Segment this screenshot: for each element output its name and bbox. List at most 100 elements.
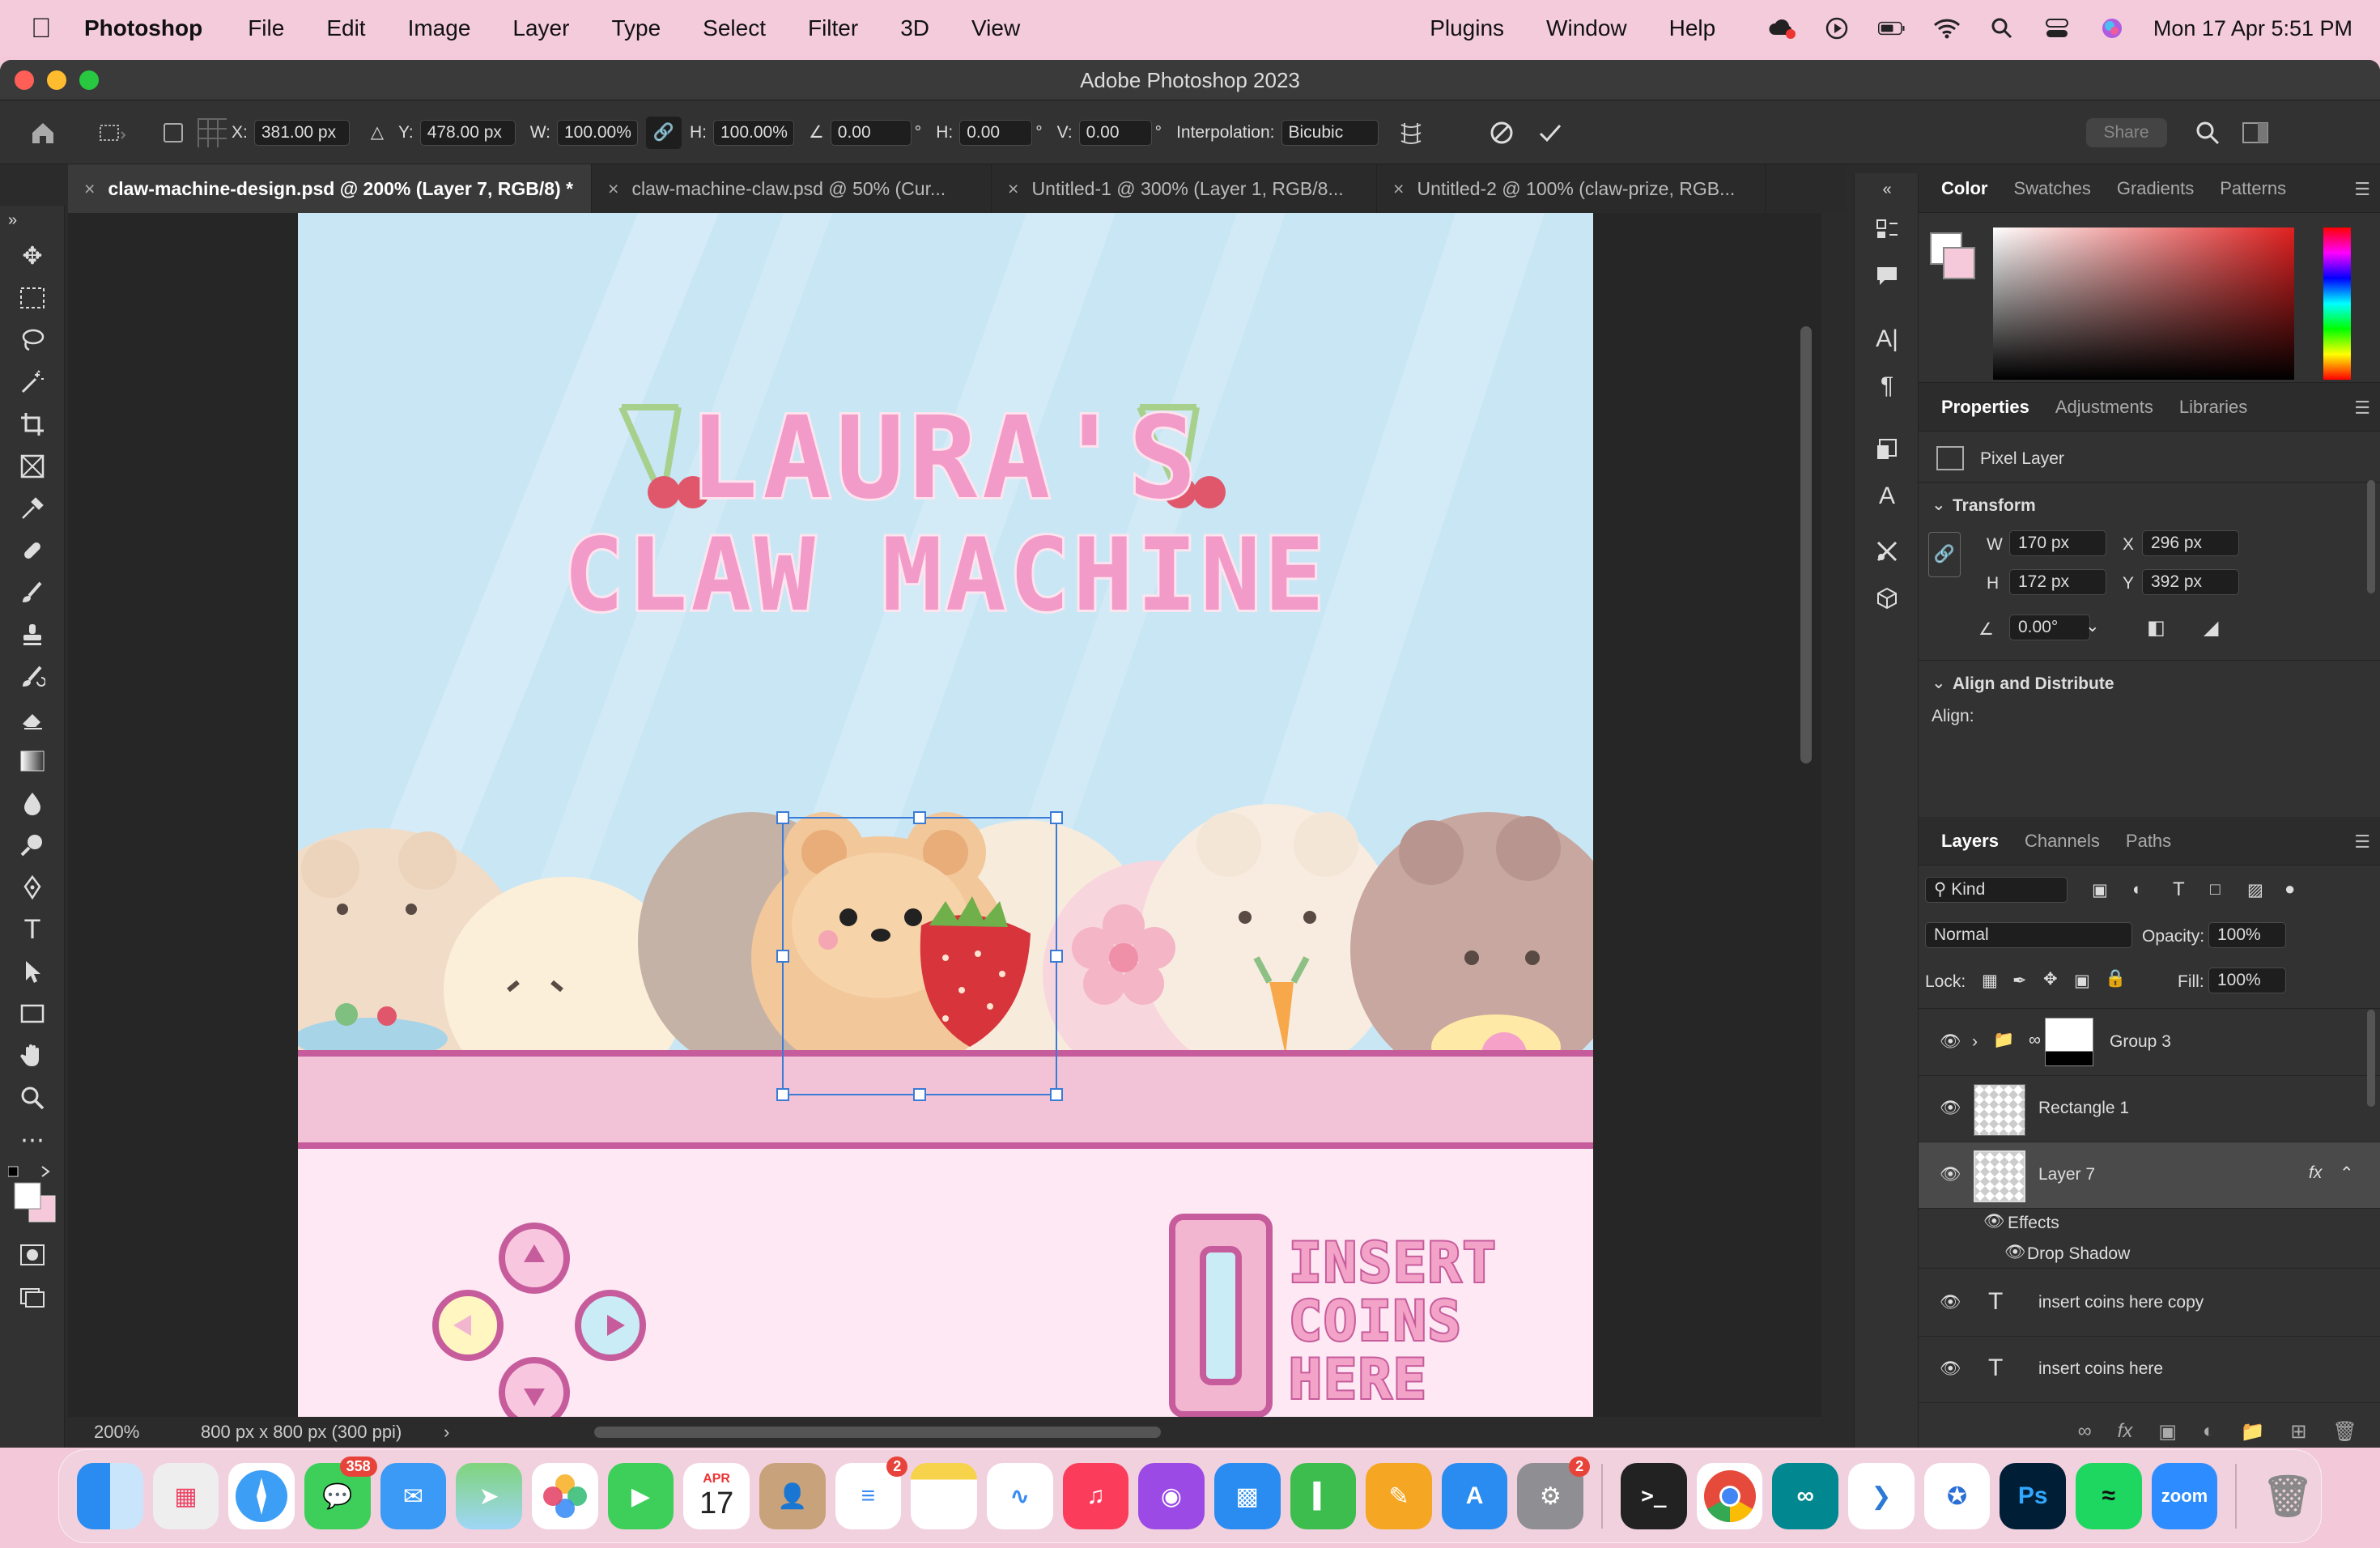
music-icon[interactable]: ♫ xyxy=(1062,1463,1129,1529)
tab-claw-machine-claw[interactable]: × claw-machine-claw.psd @ 50% (Cur... xyxy=(592,164,992,213)
coin-slot[interactable] xyxy=(1169,1214,1273,1418)
horizontal-skew-field[interactable]: 0.00 xyxy=(959,119,1033,146)
panel-menu-icon[interactable]: ☰ xyxy=(2354,831,2370,853)
healing-brush-tool-icon[interactable] xyxy=(0,529,65,572)
link-proportions-icon[interactable]: 🔗 xyxy=(645,116,682,149)
teams-icon[interactable]: ✪ xyxy=(1923,1463,1991,1529)
app-menu[interactable]: Photoshop xyxy=(84,15,202,41)
cancel-transform-icon[interactable] xyxy=(1489,120,1521,146)
collapse-tools-icon[interactable]: » xyxy=(0,206,65,235)
artwork-title-line1[interactable]: LAURA'S xyxy=(298,390,1593,527)
menu-filter[interactable]: Filter xyxy=(808,15,858,41)
numbers-icon[interactable]: ▍ xyxy=(1290,1463,1357,1529)
align-section-label[interactable]: Align and Distribute xyxy=(1953,674,2114,694)
layers-scrollbar[interactable] xyxy=(2367,1010,2375,1107)
relative-position-icon[interactable]: △ xyxy=(371,122,384,142)
layer-filter-kind-select[interactable]: ⚲ Kind xyxy=(1925,877,2068,903)
effects-visibility-icon[interactable]: 👁 xyxy=(1983,1212,2005,1231)
safari-icon[interactable] xyxy=(228,1463,295,1529)
angle-dropdown-icon[interactable]: ⌄ xyxy=(2085,616,2100,636)
opacity-field[interactable]: 100% xyxy=(2208,922,2286,948)
rectangle-tool-icon[interactable] xyxy=(0,993,65,1035)
flip-horizontal-icon[interactable]: ◧ xyxy=(2147,616,2165,640)
x-position-field[interactable]: 381.00 px xyxy=(253,119,350,146)
visibility-eye-icon[interactable]: 👁 xyxy=(1940,1032,1961,1052)
spotlight-search-icon[interactable] xyxy=(1988,16,2016,40)
new-layer-icon[interactable]: ⊞ xyxy=(2290,1420,2306,1444)
filter-pixel-icon[interactable]: ▣ xyxy=(2092,880,2108,900)
width-percent-field[interactable]: 100.00% xyxy=(556,119,638,146)
properties-scrollbar[interactable] xyxy=(2367,480,2375,593)
app-store-icon[interactable]: A xyxy=(1441,1463,1508,1529)
layer-row-rectangle-1[interactable]: 👁 Rectangle 1 xyxy=(1919,1076,2380,1142)
fill-field[interactable]: 100% xyxy=(2208,968,2286,993)
dodge-tool-icon[interactable] xyxy=(0,824,65,866)
screen-mode-icon[interactable] xyxy=(0,1276,65,1318)
collapse-panels-icon[interactable]: « xyxy=(1855,173,1919,206)
zoom-app-icon[interactable]: zoom xyxy=(2151,1463,2218,1529)
character-styles-icon[interactable] xyxy=(1855,426,1919,473)
transform-section-label[interactable]: Transform xyxy=(1953,496,2036,516)
close-window-button[interactable] xyxy=(15,70,34,90)
align-section-chevron-icon[interactable]: ⌄ xyxy=(1932,673,1946,693)
background-color-swatch[interactable] xyxy=(1943,247,1975,279)
tab-layers[interactable]: Layers xyxy=(1928,831,2012,852)
tab-untitled-1[interactable]: × Untitled-1 @ 300% (Layer 1, RGB/8... xyxy=(992,164,1378,213)
collapse-effects-icon[interactable]: ⌃ xyxy=(2340,1163,2354,1184)
visibility-eye-icon[interactable]: 👁 xyxy=(1940,1099,1961,1118)
quick-mask-icon[interactable] xyxy=(0,1234,65,1276)
hand-tool-icon[interactable] xyxy=(0,1035,65,1077)
play-icon[interactable] xyxy=(1823,16,1851,40)
tab-claw-machine-design[interactable]: × claw-machine-design.psd @ 200% (Layer 7… xyxy=(68,164,593,213)
vscode-icon[interactable]: ❯ xyxy=(1848,1463,1915,1529)
contacts-icon[interactable]: 👤 xyxy=(759,1463,826,1529)
y-field[interactable]: 392 px xyxy=(2142,569,2239,595)
x-field[interactable]: 296 px xyxy=(2142,530,2239,556)
frame-tool-icon[interactable] xyxy=(0,445,65,487)
hue-slider[interactable] xyxy=(2323,228,2351,380)
control-center-icon[interactable] xyxy=(2043,16,2071,40)
close-tab-icon[interactable]: × xyxy=(1393,178,1404,199)
tab-libraries[interactable]: Libraries xyxy=(2166,397,2260,418)
history-panel-icon[interactable] xyxy=(1855,206,1919,253)
menu-3d[interactable]: 3D xyxy=(900,15,929,41)
character-panel-icon[interactable]: A| xyxy=(1855,316,1919,363)
menu-view[interactable]: View xyxy=(971,15,1020,41)
panel-menu-icon[interactable]: ☰ xyxy=(2354,179,2370,200)
height-percent-field[interactable]: 100.00% xyxy=(712,119,794,146)
tab-properties[interactable]: Properties xyxy=(1928,397,2042,418)
tab-channels[interactable]: Channels xyxy=(2012,831,2113,852)
layer-row-layer-7[interactable]: 👁 Layer 7 fx ⌃ xyxy=(1919,1142,2380,1209)
artwork-coin-text-3[interactable]: HERE xyxy=(1287,1346,1428,1414)
workspace-icon[interactable] xyxy=(2242,121,2271,145)
paragraph-panel-icon[interactable]: ¶ xyxy=(1855,363,1919,410)
finder-icon[interactable] xyxy=(77,1463,143,1529)
chrome-icon[interactable] xyxy=(1696,1463,1763,1529)
gradient-tool-icon[interactable] xyxy=(0,740,65,782)
home-icon[interactable] xyxy=(29,121,62,145)
messages-icon[interactable]: 💬 358 xyxy=(304,1457,377,1529)
menu-layer[interactable]: Layer xyxy=(512,15,569,41)
spotify-icon[interactable]: ≈ xyxy=(2076,1463,2142,1529)
tab-adjustments[interactable]: Adjustments xyxy=(2042,397,2166,418)
crop-tool-icon[interactable] xyxy=(0,403,65,445)
comments-panel-icon[interactable] xyxy=(1855,253,1919,300)
menu-file[interactable]: File xyxy=(248,15,284,41)
menu-select[interactable]: Select xyxy=(703,15,766,41)
eyedropper-tool-icon[interactable] xyxy=(0,487,65,529)
transform-tool-preset-icon[interactable] xyxy=(96,121,144,145)
add-layer-style-icon[interactable]: fx xyxy=(2118,1420,2133,1443)
drop-shadow-effect-row[interactable]: 👁 Drop Shadow xyxy=(1919,1238,2380,1269)
history-brush-tool-icon[interactable] xyxy=(0,656,65,698)
width-field[interactable]: 170 px xyxy=(2009,530,2106,556)
tab-gradients[interactable]: Gradients xyxy=(2104,178,2207,199)
3d-panel-icon[interactable] xyxy=(1855,575,1919,622)
layer-row-insert-coins-here[interactable]: 👁 T insert coins here xyxy=(1919,1337,2380,1403)
menu-edit[interactable]: Edit xyxy=(326,15,365,41)
layer-effects-fx-icon[interactable]: fx xyxy=(2309,1163,2322,1183)
tab-untitled-2[interactable]: × Untitled-2 @ 100% (claw-prize, RGB... xyxy=(1377,164,1766,213)
move-tool-icon[interactable]: ✥ xyxy=(0,235,65,277)
artwork-coin-text-2[interactable]: COINS xyxy=(1287,1288,1463,1355)
menu-window[interactable]: Window xyxy=(1546,15,1627,41)
visibility-eye-icon[interactable]: 👁 xyxy=(1940,1165,1961,1184)
